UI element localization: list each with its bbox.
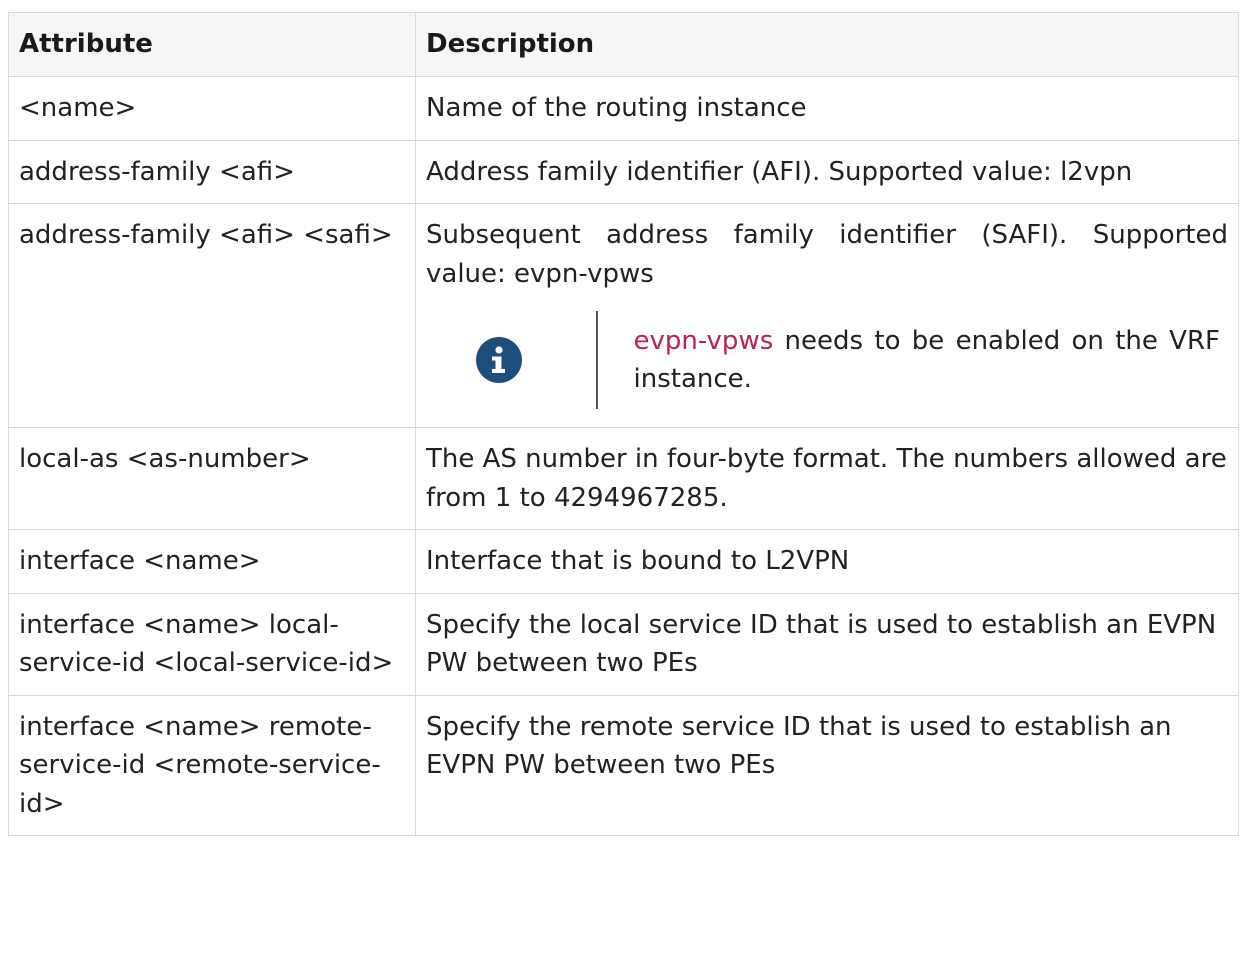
- table-row: address-family <afi> <safi> Subsequent a…: [8, 203, 1239, 428]
- attribute-cell: interface <name> remote-service-id <remo…: [8, 694, 416, 836]
- attribute-cell: address-family <afi>: [8, 139, 416, 204]
- description-cell: The AS number in four-byte format. The n…: [415, 427, 1239, 530]
- attribute-cell: interface <name> local-service-id <local…: [8, 592, 416, 696]
- description-text: Subsequent address family identifier (SA…: [426, 220, 1228, 289]
- table-row: interface <name> Interface that is bound…: [8, 529, 1239, 594]
- attribute-cell: local-as <as-number>: [8, 427, 416, 530]
- admonition-note: evpn-vpws needs to be enabled on the VRF…: [454, 311, 1228, 409]
- info-icon: [476, 337, 522, 383]
- attribute-cell: address-family <afi> <safi>: [8, 203, 416, 428]
- header-description: Description: [415, 12, 1239, 77]
- description-cell: Subsequent address family identifier (SA…: [415, 203, 1239, 428]
- header-attribute: Attribute: [8, 12, 416, 77]
- table-row: <name> Name of the routing instance: [8, 76, 1239, 141]
- note-divider: [596, 311, 598, 409]
- description-cell: Specify the remote service ID that is us…: [415, 694, 1239, 836]
- table-row: local-as <as-number> The AS number in fo…: [8, 427, 1239, 530]
- attribute-cell: interface <name>: [8, 529, 416, 594]
- table-row: interface <name> remote-service-id <remo…: [8, 694, 1239, 836]
- description-cell: Name of the routing instance: [415, 76, 1239, 141]
- note-keyword: evpn-vpws: [633, 325, 774, 356]
- table-row: interface <name> local-service-id <local…: [8, 592, 1239, 696]
- attribute-cell: <name>: [8, 76, 416, 141]
- table-row: address-family <afi> Address family iden…: [8, 139, 1239, 204]
- attribute-table: Attribute Description <name> Name of the…: [8, 12, 1239, 836]
- table-header-row: Attribute Description: [8, 12, 1239, 77]
- note-text: evpn-vpws needs to be enabled on the VRF…: [634, 322, 1229, 399]
- description-cell: Interface that is bound to L2VPN: [415, 529, 1239, 594]
- description-cell: Address family identifier (AFI). Support…: [415, 139, 1239, 204]
- description-cell: Specify the local service ID that is use…: [415, 592, 1239, 696]
